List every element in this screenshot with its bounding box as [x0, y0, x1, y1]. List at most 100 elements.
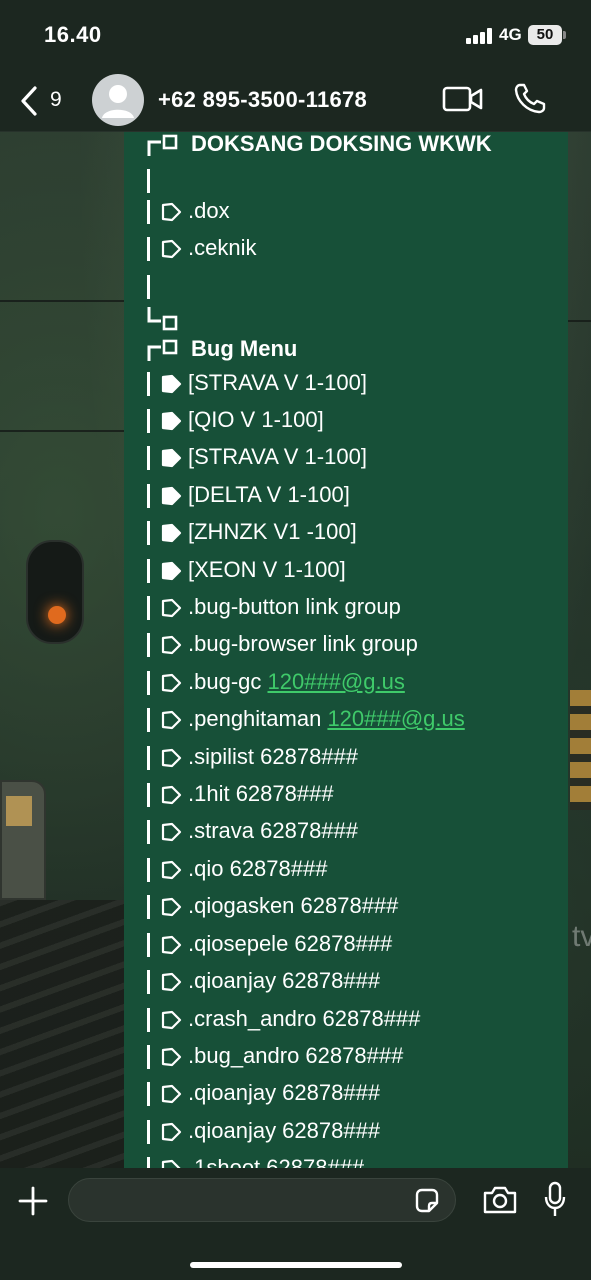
menu-item-text: .1hit 62878### [188, 781, 334, 806]
menu-item-text: .bug_andro 62878### [188, 1043, 404, 1068]
menu-item: .bug-gc 120###@g.us [147, 664, 405, 700]
status-time: 16.40 [44, 22, 102, 47]
box-end-icon [147, 307, 178, 331]
menu-item-text: .qiogasken 62878### [188, 893, 399, 918]
outline-tag-icon [161, 1123, 182, 1142]
menu-item: .ceknik [147, 230, 256, 266]
outline-tag-icon [161, 711, 182, 730]
back-button[interactable] [14, 82, 74, 118]
camera-button[interactable] [482, 1184, 518, 1216]
microphone-button[interactable] [542, 1180, 568, 1220]
menu-item: .qioanjay 62878### [147, 963, 380, 999]
menu-bar-line [147, 268, 160, 304]
menu-item: [QIO V 1-100] [147, 402, 324, 438]
menu-heading: DOKSANG DOKSING WKWK [147, 132, 492, 162]
box-corner-icon [147, 134, 178, 157]
outline-tag-icon [161, 749, 182, 768]
outline-tag-icon [161, 786, 182, 805]
menu-item: .crash_andro 62878### [147, 1001, 420, 1037]
filled-tag-icon [161, 487, 182, 506]
menu-item-text: [STRAVA V 1-100] [188, 444, 367, 469]
filled-tag-icon [161, 524, 182, 543]
outline-tag-icon [161, 203, 182, 222]
camera-icon [483, 1186, 517, 1214]
outline-tag-icon [161, 636, 182, 655]
outline-tag-icon [161, 1048, 182, 1067]
menu-item: [STRAVA V 1-100] [147, 439, 367, 475]
battery-icon: 50 [528, 25, 562, 45]
outline-tag-icon [161, 973, 182, 992]
unread-count: 9 [50, 88, 62, 111]
wallpaper-track [0, 900, 130, 1170]
menu-item: .dox [147, 193, 230, 229]
menu-item: .penghitaman 120###@g.us [147, 701, 465, 737]
sticker-button[interactable] [412, 1186, 442, 1216]
menu-item-text: [XEON V 1-100] [188, 557, 346, 582]
microphone-icon [544, 1181, 566, 1216]
wallpaper-train [0, 780, 46, 900]
menu-item-text: .crash_andro 62878### [188, 1006, 421, 1031]
home-indicator [190, 1262, 402, 1268]
menu-item-text: .dox [188, 198, 230, 223]
menu-item: .qiogasken 62878### [147, 888, 398, 924]
contact-name[interactable]: +62 895-3500-11678 [158, 87, 367, 113]
menu-item-text: .bug-gc [188, 669, 268, 694]
sticker-icon [415, 1188, 439, 1213]
menu-heading-text: DOKSANG DOKSING WKWK [191, 132, 492, 156]
outline-tag-icon [161, 1085, 182, 1104]
outline-tag-icon [161, 1011, 182, 1030]
message-bubble[interactable]: DOKSANG DOKSING WKWK .dox .ceknik Bug Me… [124, 132, 568, 1168]
menu-item-text: .qiosepele 62878### [188, 931, 393, 956]
wallpaper-text: tv [572, 920, 591, 953]
outline-tag-icon [161, 936, 182, 955]
menu-item-text: .strava 62878### [188, 818, 359, 843]
plus-icon [18, 1186, 48, 1216]
message-input-bar [0, 1168, 591, 1280]
filled-tag-icon [161, 412, 182, 431]
menu-item-text: .ceknik [188, 235, 257, 260]
wallpaper-windows [570, 690, 591, 810]
menu-item: [DELTA V 1-100] [147, 477, 350, 513]
email-link[interactable]: 120###@g.us [268, 669, 405, 694]
menu-item: [STRAVA V 1-100] [147, 365, 367, 401]
outline-tag-icon [161, 823, 182, 842]
status-bar: 16.40 4G 50 [0, 0, 591, 70]
outline-tag-icon [161, 861, 182, 880]
menu-item-text: .bug-button link group [188, 594, 401, 619]
menu-item: .qioanjay 62878### [147, 1113, 380, 1149]
filled-tag-icon [161, 449, 182, 468]
network-type: 4G [499, 25, 522, 44]
wallpaper-rail [0, 430, 124, 432]
menu-item: .1shoot 62878### [147, 1150, 364, 1168]
menu-item-text: [QIO V 1-100] [188, 407, 324, 432]
menu-item-text: .bug-browser link group [188, 631, 418, 656]
menu-item-text: .1shoot 62878### [188, 1155, 365, 1168]
menu-item: .strava 62878### [147, 813, 358, 849]
menu-item-text: .qioanjay 62878### [188, 1118, 381, 1143]
wallpaper-traffic-light [26, 540, 84, 644]
menu-item-text: [ZHNZK V1 -100] [188, 519, 357, 544]
attach-button[interactable] [16, 1184, 50, 1218]
battery-tip [563, 31, 566, 39]
menu-item: [XEON V 1-100] [147, 552, 346, 588]
email-link[interactable]: 120###@g.us [327, 706, 464, 731]
avatar[interactable] [92, 74, 144, 126]
cellular-signal-icon [466, 28, 494, 44]
menu-item-text: [STRAVA V 1-100] [188, 370, 367, 395]
menu-item: [ZHNZK V1 -100] [147, 514, 357, 550]
video-call-button[interactable] [442, 84, 484, 114]
filled-tag-icon [161, 562, 182, 581]
menu-item: .qioanjay 62878### [147, 1075, 380, 1111]
menu-heading: Bug Menu [147, 331, 297, 367]
menu-item-text: .penghitaman [188, 706, 328, 731]
message-input[interactable] [68, 1178, 456, 1222]
menu-item: .qiosepele 62878### [147, 926, 392, 962]
menu-item-text: .qio 62878### [188, 856, 328, 881]
voice-call-button[interactable] [512, 82, 548, 116]
video-camera-icon [442, 86, 483, 112]
menu-heading-text: Bug Menu [191, 336, 298, 361]
menu-item-text: [DELTA V 1-100] [188, 482, 350, 507]
wallpaper-rail [0, 300, 124, 302]
menu-item: .1hit 62878### [147, 776, 334, 812]
menu-item-text: .sipilist 62878### [188, 744, 359, 769]
